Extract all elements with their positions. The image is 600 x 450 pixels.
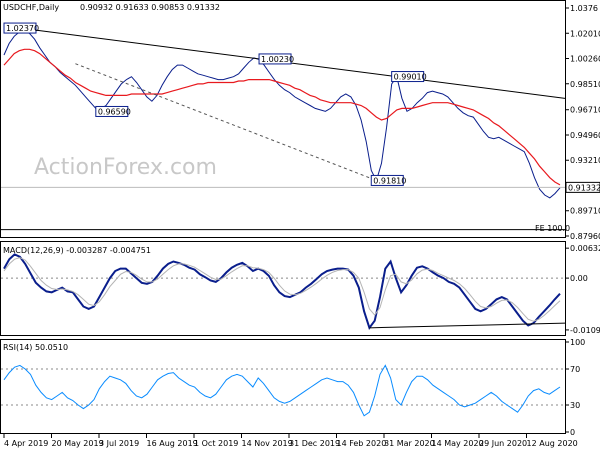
macd-header: MACD(12,26,9) -0.003287 -0.004751 [3, 246, 151, 255]
y-tick-label: 0 [570, 428, 575, 437]
x-tick-label: 31 Mar 2020 [384, 439, 435, 448]
x-tick-label: 31 Dec 2019 [289, 439, 340, 448]
x-tick-label: 1 Oct 2019 [194, 439, 238, 448]
price-label: 0.91810 [373, 176, 406, 185]
price-header-values: 0.90932 0.91633 0.90853 0.91332 [80, 3, 220, 12]
price-label: 0.99010 [394, 73, 427, 82]
y-tick-label: 0.87960 [570, 232, 600, 241]
fe-label: FE 100.0 [535, 224, 570, 233]
x-tick-label: 14 Nov 2019 [242, 439, 293, 448]
y-tick-label: 0.94960 [570, 131, 600, 140]
price-label: 0.96590 [98, 107, 131, 116]
y-tick-label: 0.98510 [570, 80, 600, 89]
x-tick-label: 20 May 2019 [52, 439, 104, 448]
rsi-panel-frame [0, 339, 566, 434]
x-tick-label: 14 May 2020 [432, 439, 484, 448]
x-tick-label: 16 Aug 2019 [147, 439, 198, 448]
last-price-text: 0.91332 [568, 183, 600, 192]
price-label: 1.02370 [6, 24, 39, 33]
y-tick-label: 70 [570, 365, 580, 374]
y-tick-label: 0.96710 [570, 106, 600, 115]
rsi-header: RSI(14) 50.0510 [3, 343, 68, 352]
y-tick-label: 1.0376 [570, 4, 598, 13]
x-tick-label: 29 Jun 2020 [479, 439, 527, 448]
x-tick-label: 4 Apr 2019 [4, 439, 48, 448]
y-tick-label: -0.010939 [570, 326, 600, 335]
price-label: 1.00230 [261, 55, 294, 64]
y-tick-label: 0.93210 [570, 156, 600, 165]
x-tick-label: 12 Aug 2020 [527, 439, 578, 448]
watermark: ActionForex.com [34, 155, 217, 180]
y-tick-label: 0.006321 [570, 244, 600, 253]
price-header: USDCHF,Daily [3, 3, 59, 12]
y-tick-label: 0.89710 [570, 207, 600, 216]
y-tick-label: 0.00 [570, 274, 588, 283]
y-tick-label: 1.00260 [570, 55, 600, 64]
y-tick-label: 30 [570, 401, 580, 410]
x-tick-label: 14 Feb 2020 [337, 439, 387, 448]
y-tick-label: 1.02010 [570, 29, 600, 38]
forex-chart: USDCHF,Daily 0.90932 0.91633 0.90853 0.9… [0, 0, 600, 448]
x-tick-label: 3 Jul 2019 [99, 439, 139, 448]
y-tick-label: 100 [570, 338, 585, 347]
